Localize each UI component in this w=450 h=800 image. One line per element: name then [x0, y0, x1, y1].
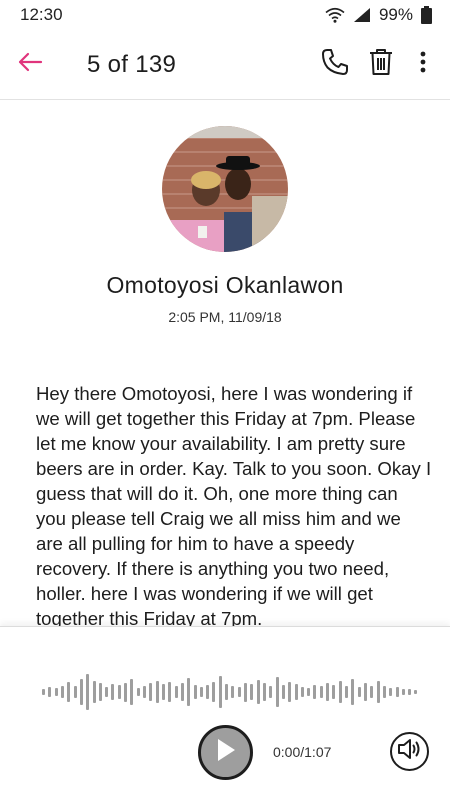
- waveform-bar: [326, 682, 330, 702]
- waveform-bar: [244, 682, 247, 702]
- waveform-bar: [193, 684, 197, 700]
- waveform-bar: [262, 683, 266, 701]
- waveform-bar: [345, 686, 348, 698]
- waveform-bar: [130, 678, 134, 706]
- waveform-bar: [218, 675, 222, 709]
- waveform-bar: [300, 686, 304, 698]
- delete-button[interactable]: [358, 30, 404, 100]
- waveform-bar: [92, 680, 96, 704]
- status-icons: 99%: [325, 5, 432, 25]
- avatar: [162, 126, 288, 252]
- waveform-bar: [42, 689, 45, 695]
- call-button[interactable]: [312, 30, 358, 100]
- wifi-icon: [325, 7, 345, 23]
- message-timestamp: 2:05 PM, 11/09/18: [168, 309, 282, 325]
- waveform-bar: [98, 683, 102, 701]
- waveform-bar: [395, 687, 399, 697]
- waveform-bar: [48, 687, 52, 697]
- voicemail-transcript: Hey there Omotoyosi, here I was wonderin…: [36, 383, 432, 626]
- waveform-bar: [250, 684, 254, 700]
- waveform-bar: [161, 684, 165, 700]
- waveform-bar: [124, 682, 128, 702]
- arrow-left-icon: [17, 52, 43, 77]
- waveform-bar: [67, 681, 71, 703]
- waveform-bar: [313, 685, 317, 699]
- waveform-bar: [370, 685, 374, 699]
- waveform-bar: [187, 677, 191, 707]
- audio-player: 0:00/1:07: [0, 626, 450, 800]
- waveform-bar: [149, 682, 153, 702]
- waveform-bar: [401, 688, 405, 696]
- waveform-bar: [357, 687, 361, 697]
- battery-percent: 99%: [378, 5, 413, 24]
- page-title: 5 of 139: [87, 50, 177, 78]
- phone-icon: [321, 48, 349, 81]
- waveform-bar: [281, 685, 285, 699]
- waveform-bar: [225, 684, 229, 700]
- waveform-bar: [332, 684, 336, 700]
- waveform-bar: [168, 681, 172, 703]
- waveform-bar: [111, 684, 115, 700]
- trash-icon: [368, 48, 394, 81]
- waveform-bar: [180, 683, 184, 701]
- waveform-bar: [117, 685, 121, 699]
- speaker-button[interactable]: [390, 732, 429, 771]
- waveform-bar: [389, 688, 393, 696]
- speaker-icon: [397, 738, 423, 765]
- waveform-bar: [414, 690, 418, 694]
- play-icon: [215, 737, 237, 768]
- waveform-bar: [212, 681, 216, 703]
- waveform-bar: [54, 688, 58, 696]
- battery-icon: [421, 6, 432, 24]
- waveform-bar: [269, 686, 273, 698]
- waveform-bar: [294, 684, 298, 700]
- back-button[interactable]: [0, 30, 60, 100]
- waveform-bar: [105, 686, 109, 698]
- waveform-bar: [60, 686, 64, 698]
- waveform-bar: [376, 680, 380, 704]
- waveform-bar: [136, 687, 140, 697]
- waveform-bar: [256, 680, 260, 704]
- waveform-bar: [382, 685, 386, 699]
- waveform-bar: [363, 682, 367, 702]
- waveform-bar: [319, 686, 323, 698]
- signal-icon: [353, 7, 371, 23]
- play-button[interactable]: [198, 725, 253, 780]
- contact-header: Omotoyosi Okanlawon 2:05 PM, 11/09/18: [0, 100, 450, 325]
- waveform[interactable]: [42, 672, 418, 712]
- playback-time: 0:00/1:07: [273, 744, 332, 760]
- status-time: 12:30: [20, 5, 63, 24]
- waveform-bar: [73, 685, 77, 699]
- more-options-button[interactable]: [404, 30, 442, 100]
- contact-name: Omotoyosi Okanlawon: [106, 272, 344, 298]
- waveform-bar: [338, 680, 342, 704]
- waveform-bar: [231, 686, 235, 698]
- waveform-bar: [237, 687, 241, 697]
- more-vert-icon: [420, 51, 426, 78]
- waveform-bar: [143, 686, 146, 698]
- waveform-bar: [79, 678, 83, 706]
- app-bar: 5 of 139: [0, 30, 450, 100]
- waveform-bar: [206, 685, 210, 699]
- waveform-bar: [155, 680, 159, 704]
- waveform-bar: [275, 676, 279, 708]
- waveform-bar: [307, 687, 311, 697]
- waveform-bar: [174, 686, 178, 698]
- waveform-bar: [288, 681, 292, 703]
- waveform-bar: [86, 673, 90, 711]
- waveform-bar: [199, 686, 203, 698]
- waveform-bar: [408, 689, 412, 695]
- waveform-bar: [351, 678, 355, 706]
- status-bar: 12:30 99%: [0, 0, 450, 30]
